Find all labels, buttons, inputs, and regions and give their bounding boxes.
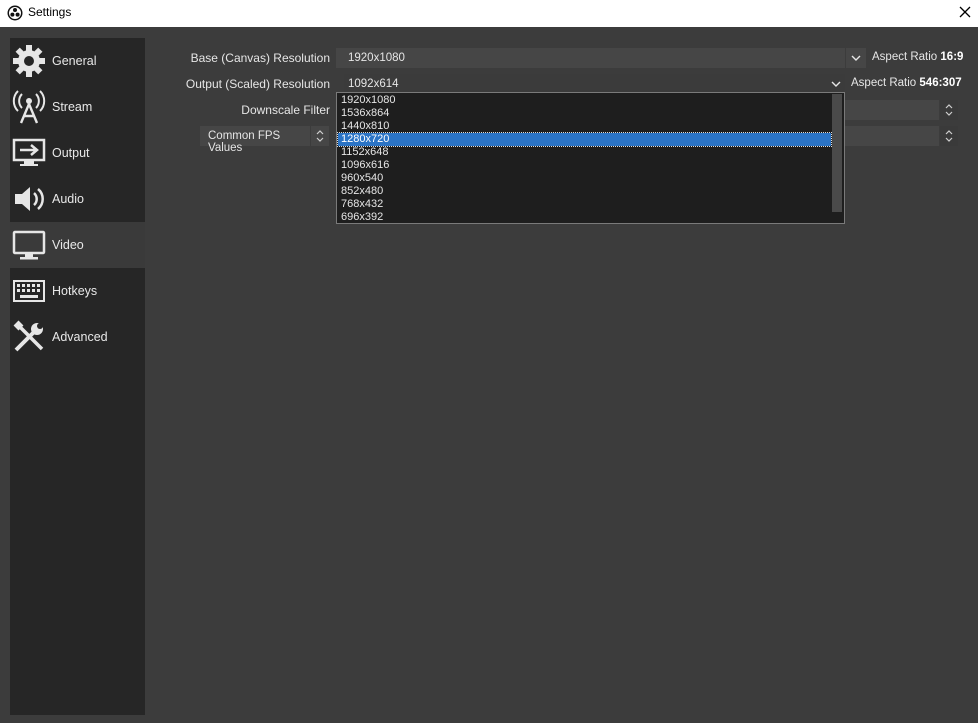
output-resolution-dropdown-list: 1920x1080 1536x864 1440x810 1280x720 115… — [336, 92, 845, 224]
base-resolution-dropdown-button[interactable] — [846, 48, 866, 68]
dropdown-option-selected[interactable]: 1280x720 — [337, 132, 832, 147]
title-bar: Settings — [0, 0, 978, 27]
dropdown-option[interactable]: 1152x648 — [338, 146, 831, 159]
sidebar-item-general[interactable]: General — [10, 38, 145, 84]
sidebar-item-hotkeys[interactable]: Hotkeys — [10, 268, 145, 314]
chevron-down-icon[interactable] — [826, 74, 846, 94]
base-resolution-combo[interactable]: 1920x1080 — [336, 48, 845, 68]
dropdown-option[interactable]: 1096x616 — [338, 159, 831, 172]
sidebar-item-stream[interactable]: Stream — [10, 84, 145, 130]
obs-logo-icon — [7, 5, 23, 21]
dropdown-option[interactable]: 696x392 — [338, 211, 831, 224]
dropdown-option[interactable]: 852x480 — [338, 185, 831, 198]
base-aspect-ratio: Aspect Ratio 16:9 — [872, 51, 964, 63]
close-icon[interactable] — [952, 0, 978, 26]
fps-value-spinner[interactable] — [940, 126, 958, 146]
sidebar-item-label: Stream — [52, 100, 93, 114]
keyboard-icon — [13, 280, 45, 302]
output-icon — [12, 138, 46, 166]
sidebar-item-audio[interactable]: Audio — [10, 176, 145, 222]
fps-type-combo[interactable]: Common FPS Values — [200, 126, 310, 154]
sidebar-item-advanced[interactable]: Advanced — [10, 314, 145, 360]
chevron-down-icon — [851, 55, 861, 61]
downscale-filter-spinner[interactable] — [940, 100, 958, 120]
fps-type-value: Common FPS Values — [208, 130, 281, 154]
dropdown-option[interactable]: 1536x864 — [338, 107, 831, 120]
sidebar-item-label: Hotkeys — [52, 284, 98, 298]
sidebar-item-label: Output — [52, 146, 90, 160]
dropdown-scrollbar[interactable] — [832, 94, 842, 212]
sidebar-item-video[interactable]: Video — [10, 222, 145, 268]
output-aspect-ratio: Aspect Ratio 546:307 — [851, 77, 962, 89]
dropdown-option[interactable]: 1920x1080 — [338, 94, 831, 107]
output-resolution-label: Output (Scaled) Resolution — [185, 77, 330, 91]
window-title: Settings — [28, 5, 72, 19]
sidebar-item-label: Audio — [52, 192, 84, 206]
output-resolution-value: 1092x614 — [348, 78, 399, 90]
downscale-filter-label: Downscale Filter — [241, 103, 330, 117]
speaker-icon — [15, 187, 44, 211]
base-resolution-value: 1920x1080 — [348, 52, 405, 64]
fps-value-combo[interactable] — [845, 126, 939, 146]
fps-type-spinner[interactable] — [311, 126, 329, 146]
base-aspect-value: 16:9 — [940, 51, 964, 63]
monitor-icon — [12, 230, 46, 260]
dropdown-option[interactable]: 1440x810 — [338, 120, 831, 133]
up-down-arrows-icon — [945, 104, 953, 116]
antenna-icon — [12, 90, 46, 124]
downscale-filter-combo[interactable] — [845, 100, 939, 120]
output-aspect-value: 546:307 — [919, 77, 962, 89]
sidebar-item-label: Advanced — [52, 330, 108, 344]
settings-sidebar: General Stream Output Audio Video Hotkey… — [10, 38, 145, 715]
up-down-arrows-icon — [316, 130, 324, 142]
gear-icon — [13, 45, 45, 77]
sidebar-item-label: General — [52, 54, 97, 68]
output-resolution-combo[interactable]: 1092x614 — [344, 74, 845, 94]
up-down-arrows-icon — [945, 130, 953, 142]
sidebar-item-output[interactable]: Output — [10, 130, 145, 176]
sidebar-item-label: Video — [52, 238, 84, 252]
base-resolution-label: Base (Canvas) Resolution — [190, 51, 330, 65]
dropdown-option[interactable]: 768x432 — [338, 198, 831, 211]
tools-icon — [13, 320, 44, 352]
dropdown-option[interactable]: 960x540 — [338, 172, 831, 185]
